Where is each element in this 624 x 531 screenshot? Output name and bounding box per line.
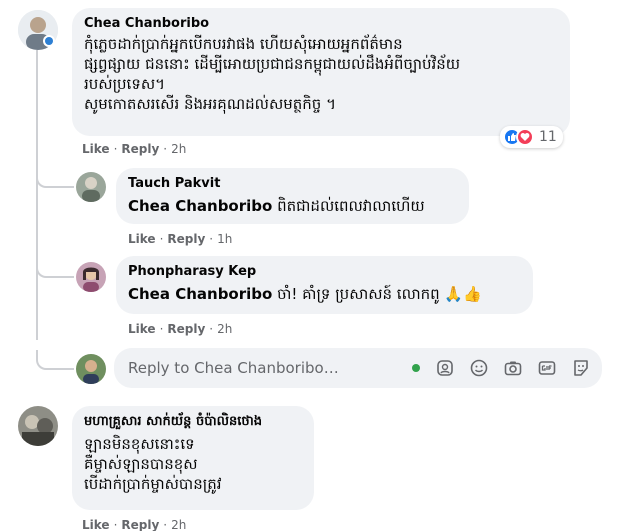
thread-line-main (36, 50, 38, 340)
comment-bubble-3: Phonpharasy Kep Chea Chanboribo ចាំ! គាំ… (116, 256, 533, 314)
comment-bubble-4: មហាគ្រួសារ សាក់យ័ន្ត ចំប៉ាលិនថោង ឡានមិនខ… (72, 406, 314, 510)
avatar-icon (76, 172, 106, 202)
reply-button[interactable]: Reply (121, 142, 159, 156)
avatar-commenter-4[interactable] (18, 406, 58, 446)
comment-text: កុំភ្លេចដាក់ប្រាក់អ្នកបើកបរវាផង ហើយសុំអោ… (84, 35, 461, 113)
comment-timestamp[interactable]: 1h (217, 232, 232, 246)
comment-body: ពិតជាដល់ពេលវាលាហើយ (272, 197, 425, 215)
avatar-icon (76, 262, 106, 292)
thread-curve-3 (36, 350, 74, 370)
emoji-icon[interactable] (470, 359, 488, 377)
avatar-icon (18, 406, 58, 446)
comment-text: Chea Chanboribo ចាំ! គាំទ្រ ប្រសាសន៍ លោក… (128, 284, 521, 304)
current-user-avatar[interactable] (76, 354, 106, 384)
reply-input[interactable]: Reply to Chea Chanboribo… (114, 348, 602, 388)
avatar-icon (18, 10, 58, 50)
reply-button[interactable]: Reply (167, 232, 205, 246)
avatar-sticker-icon[interactable] (436, 359, 454, 377)
thread-curve-1 (36, 168, 74, 188)
comment-actions-4: Like · Reply · 2h (82, 518, 187, 531)
reply-button[interactable]: Reply (167, 322, 205, 336)
comment-actions-1: Like · Reply · 2h (82, 142, 187, 156)
mention-link[interactable]: Chea Chanboribo (128, 285, 272, 303)
sticker-icon[interactable] (572, 359, 590, 377)
comment-text: ឡានមិនខុសនោះទេ គឺម្ចាស់ឡានបានខុស បើដាក់ប… (84, 435, 222, 493)
thread-curve-2 (36, 258, 74, 278)
avatar-phonpharasy-kep[interactable] (76, 262, 106, 292)
love-reaction-icon (516, 128, 534, 146)
comment-body: ចាំ! គាំទ្រ ប្រសាសន៍ លោកពូ 🙏👍 (272, 285, 482, 303)
reply-button[interactable]: Reply (121, 518, 159, 531)
comment-bubble-2: Tauch Pakvit Chea Chanboribo ពិតជាដល់ពេល… (116, 168, 469, 224)
avatar-icon (76, 354, 106, 384)
comment-actions-2: Like · Reply · 1h (128, 232, 233, 246)
comment-author[interactable]: Chea Chanboribo (84, 16, 558, 32)
reply-placeholder[interactable]: Reply to Chea Chanboribo… (114, 359, 412, 377)
comment-bubble-1: Chea Chanboribo កុំភ្លេចដាក់ប្រាក់អ្នកបើ… (72, 8, 570, 136)
avatar-tauch-pakvit[interactable] (76, 172, 106, 202)
gif-icon[interactable] (538, 359, 556, 377)
comment-timestamp[interactable]: 2h (217, 322, 232, 336)
reaction-count: 11 (539, 129, 557, 145)
comment-author[interactable]: Phonpharasy Kep (128, 264, 521, 280)
mention-link[interactable]: Chea Chanboribo (128, 197, 272, 215)
like-button[interactable]: Like (82, 518, 110, 531)
like-button[interactable]: Like (128, 322, 156, 336)
comment-timestamp[interactable]: 2h (171, 142, 186, 156)
reply-toolbar (412, 359, 602, 377)
camera-icon[interactable] (504, 359, 522, 377)
comment-author[interactable]: មហាគ្រួសារ សាក់យ័ន្ត ចំប៉ាលិនថោង (84, 414, 302, 430)
comment-author[interactable]: Tauch Pakvit (128, 176, 457, 192)
reaction-summary[interactable]: 11 (500, 126, 563, 148)
online-dot (412, 364, 420, 372)
comment-timestamp[interactable]: 2h (171, 518, 186, 531)
like-button[interactable]: Like (128, 232, 156, 246)
comment-text: Chea Chanboribo ពិតជាដល់ពេលវាលាហើយ (128, 196, 457, 216)
like-button[interactable]: Like (82, 142, 110, 156)
avatar-chea-chanboribo[interactable] (18, 10, 58, 50)
comment-actions-3: Like · Reply · 2h (128, 322, 233, 336)
